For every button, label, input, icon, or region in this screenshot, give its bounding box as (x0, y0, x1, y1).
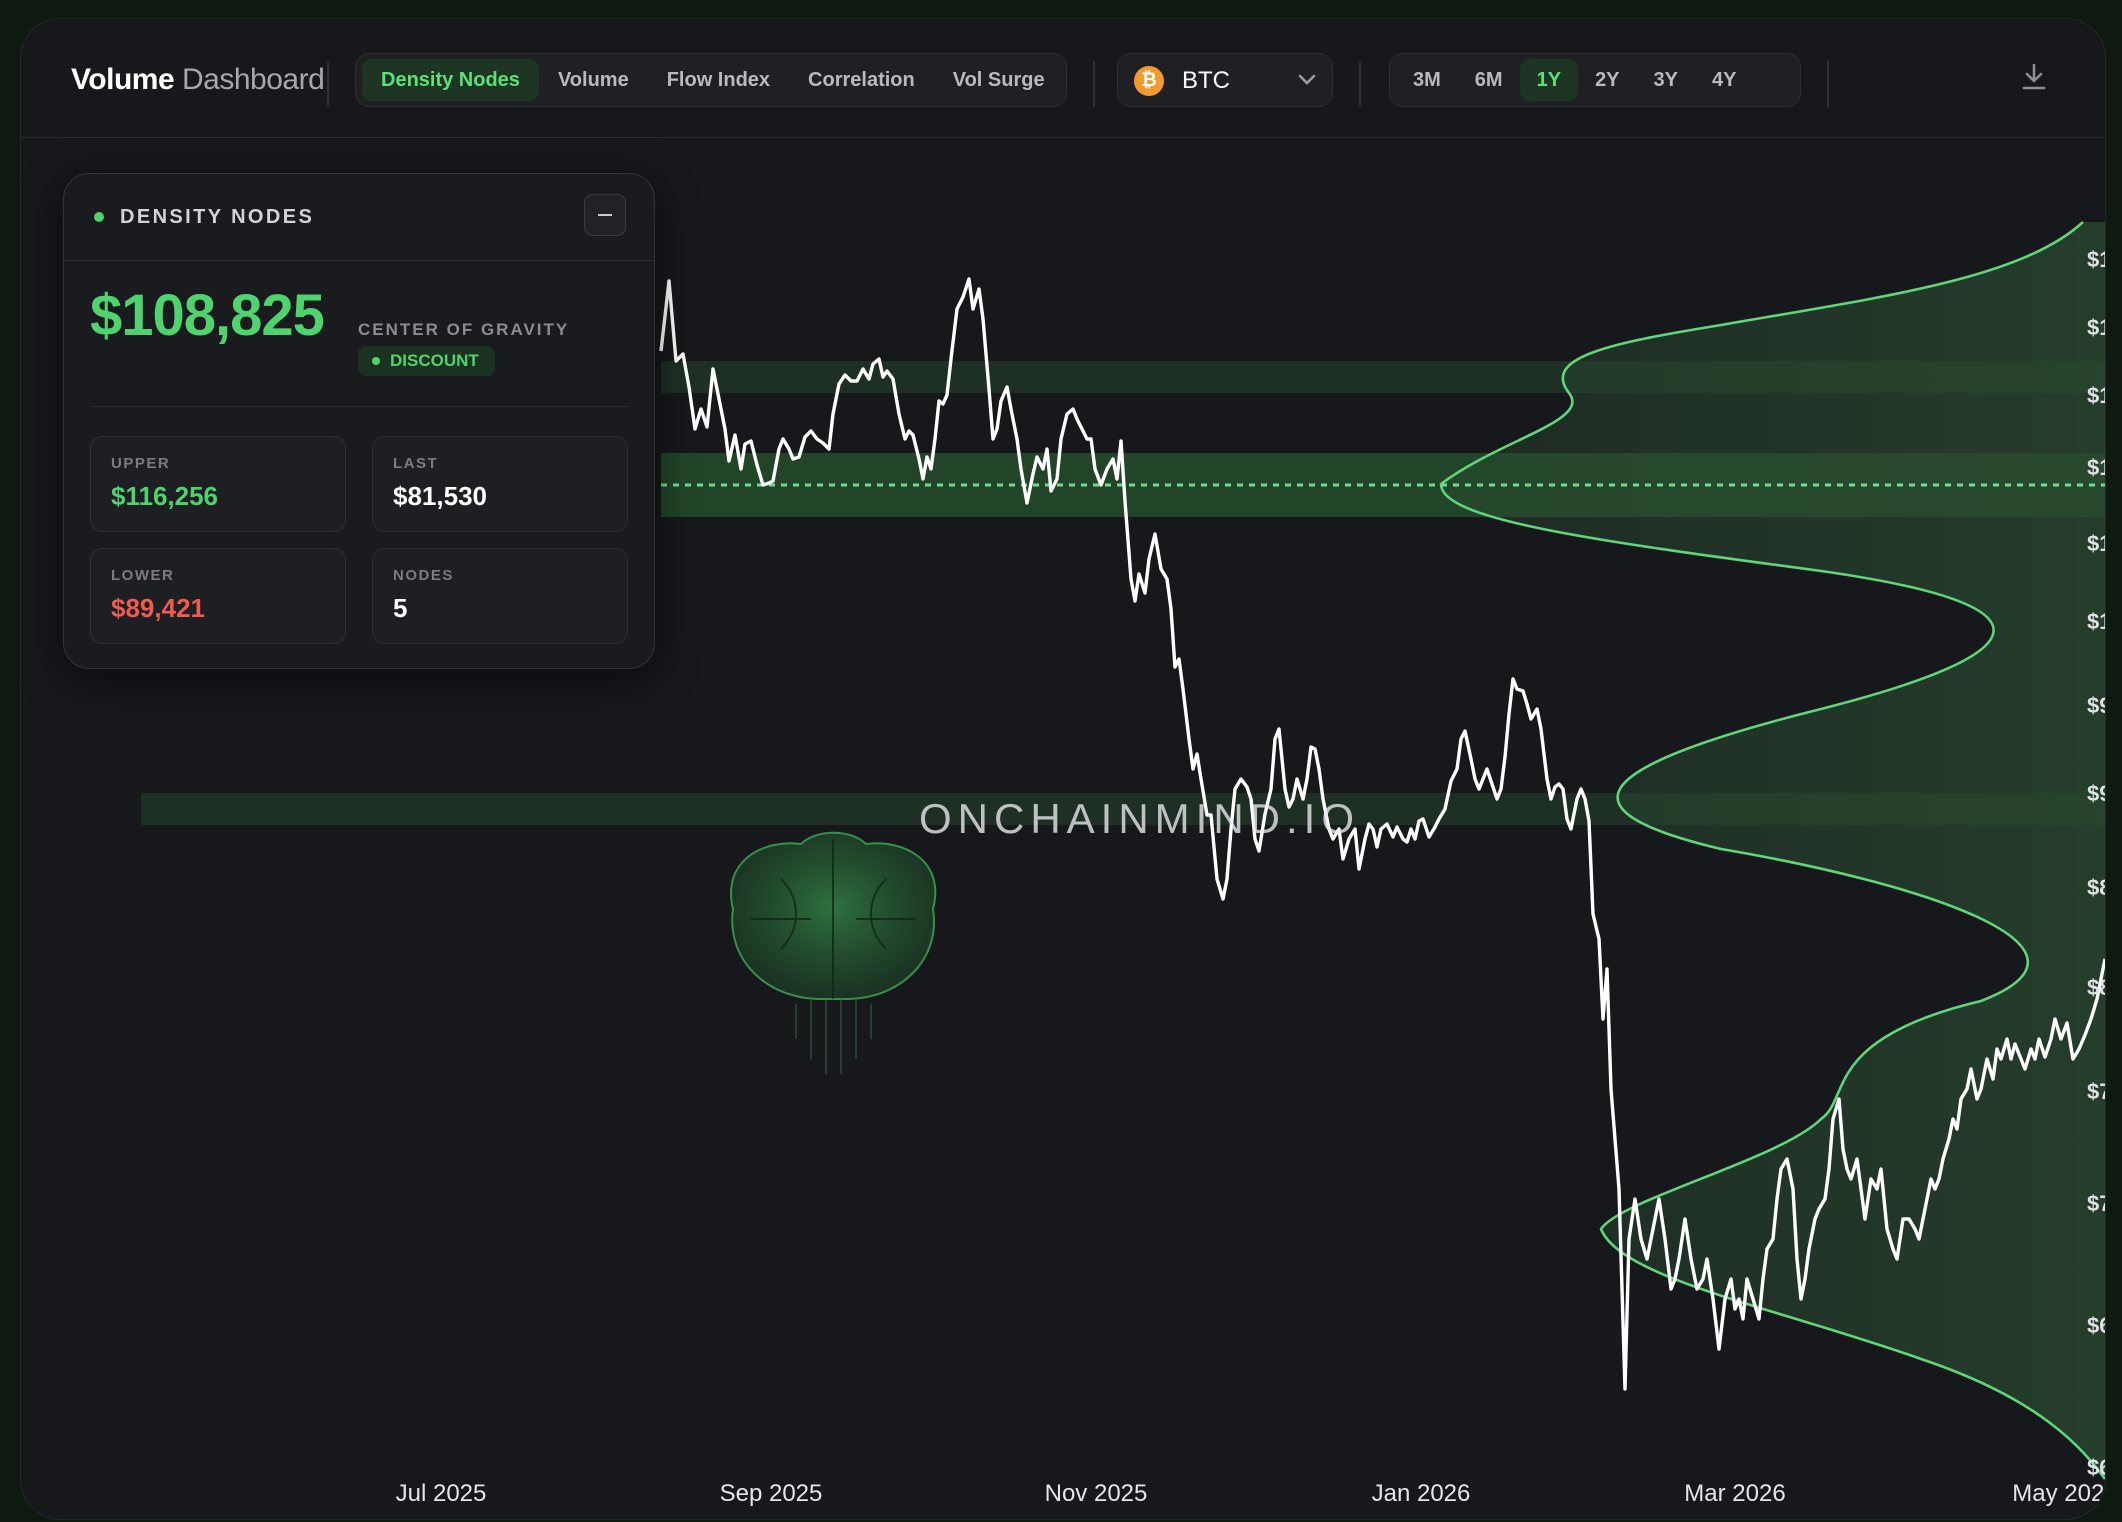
stat-lower: LOWER $89,421 (90, 548, 346, 644)
stat-value: 5 (393, 593, 408, 623)
asset-select[interactable]: ₿ BTC (1117, 53, 1333, 107)
density-nodes-panel: DENSITY NODES $108,825 CENTER OF GRAVITY… (63, 173, 655, 669)
tab-flow-index[interactable]: Flow Index (648, 59, 789, 101)
x-tick-label: Nov 2025 (1045, 1480, 1148, 1507)
divider (1359, 61, 1361, 107)
range-tabs: 3M 6M 1Y 2Y 3Y 4Y (1389, 53, 1801, 107)
panel-title: DENSITY NODES (120, 206, 315, 228)
range-1y[interactable]: 1Y (1519, 59, 1579, 101)
tab-correlation[interactable]: Correlation (789, 59, 934, 101)
app-window: Volume Dashboard Density Nodes Volume Fl… (20, 18, 2106, 1520)
x-tick-label: Jan 2026 (1372, 1480, 1471, 1507)
y-tick-label: $1 (2087, 383, 2105, 408)
tab-volume[interactable]: Volume (539, 59, 648, 101)
tab-density-nodes[interactable]: Density Nodes (362, 59, 539, 101)
y-tick-label: $7 (2087, 1191, 2105, 1216)
panel-header: DENSITY NODES (64, 174, 654, 261)
download-icon[interactable] (2021, 63, 2047, 91)
x-tick-label: Mar 2026 (1684, 1480, 1785, 1507)
bitcoin-icon: ₿ (1134, 66, 1164, 96)
app-title: Volume Dashboard (71, 63, 325, 96)
divider (1093, 61, 1095, 107)
y-tick-label: $7 (2087, 1079, 2105, 1104)
stat-upper: UPPER $116,256 (90, 436, 346, 532)
divider (327, 61, 329, 107)
y-tick-label: $9 (2087, 781, 2105, 806)
stat-label: LOWER (111, 567, 175, 584)
stat-label: LAST (393, 455, 439, 472)
top-toolbar: Volume Dashboard Density Nodes Volume Fl… (21, 19, 2105, 138)
view-tabs: Density Nodes Volume Flow Index Correlat… (355, 53, 1067, 107)
x-tick-label: Sep 2025 (720, 1480, 823, 1507)
divider (90, 406, 630, 407)
collapse-button[interactable] (584, 194, 626, 236)
watermark-text: ONCHAINMIND.IO (919, 795, 1360, 842)
asset-label: BTC (1182, 67, 1230, 94)
x-tick-label: Jul 2025 (396, 1480, 487, 1507)
y-tick-label: $1 (2087, 609, 2105, 634)
y-tick-label: $8 (2087, 975, 2105, 1000)
y-tick-label: $6 (2087, 1313, 2105, 1338)
watermark-brain-logo (730, 831, 937, 1074)
stat-value: $81,530 (393, 481, 487, 511)
status-dot (94, 212, 104, 222)
divider (1827, 61, 1829, 107)
range-3m[interactable]: 3M (1396, 59, 1458, 101)
y-tick-label: $1 (2087, 247, 2105, 272)
y-tick-label: $6 (2087, 1455, 2105, 1480)
stat-value: $116,256 (111, 481, 219, 511)
x-tick-label: May 2026 (2012, 1480, 2105, 1507)
center-of-gravity-value: $108,825 (90, 283, 325, 348)
y-tick-label: $1 (2087, 531, 2105, 556)
range-4y[interactable]: 4Y (1695, 59, 1753, 101)
tab-vol-surge[interactable]: Vol Surge (934, 59, 1064, 101)
center-of-gravity-label: CENTER OF GRAVITY (358, 320, 570, 339)
y-tick-label: $8 (2087, 875, 2105, 900)
stat-last: LAST $81,530 (372, 436, 628, 532)
y-tick-label: $1 (2087, 455, 2105, 480)
range-3y[interactable]: 3Y (1637, 59, 1695, 101)
volume-profile-area (1441, 222, 2105, 1479)
range-6m[interactable]: 6M (1458, 59, 1520, 101)
status-badge: DISCOUNT (358, 346, 495, 376)
chevron-down-icon (1298, 74, 1316, 85)
y-tick-label: $9 (2087, 693, 2105, 718)
range-2y[interactable]: 2Y (1578, 59, 1636, 101)
stat-label: NODES (393, 567, 454, 584)
stat-label: UPPER (111, 455, 171, 472)
y-tick-label: $1 (2087, 315, 2105, 340)
stat-nodes: NODES 5 (372, 548, 628, 644)
stat-value: $89,421 (111, 593, 205, 623)
